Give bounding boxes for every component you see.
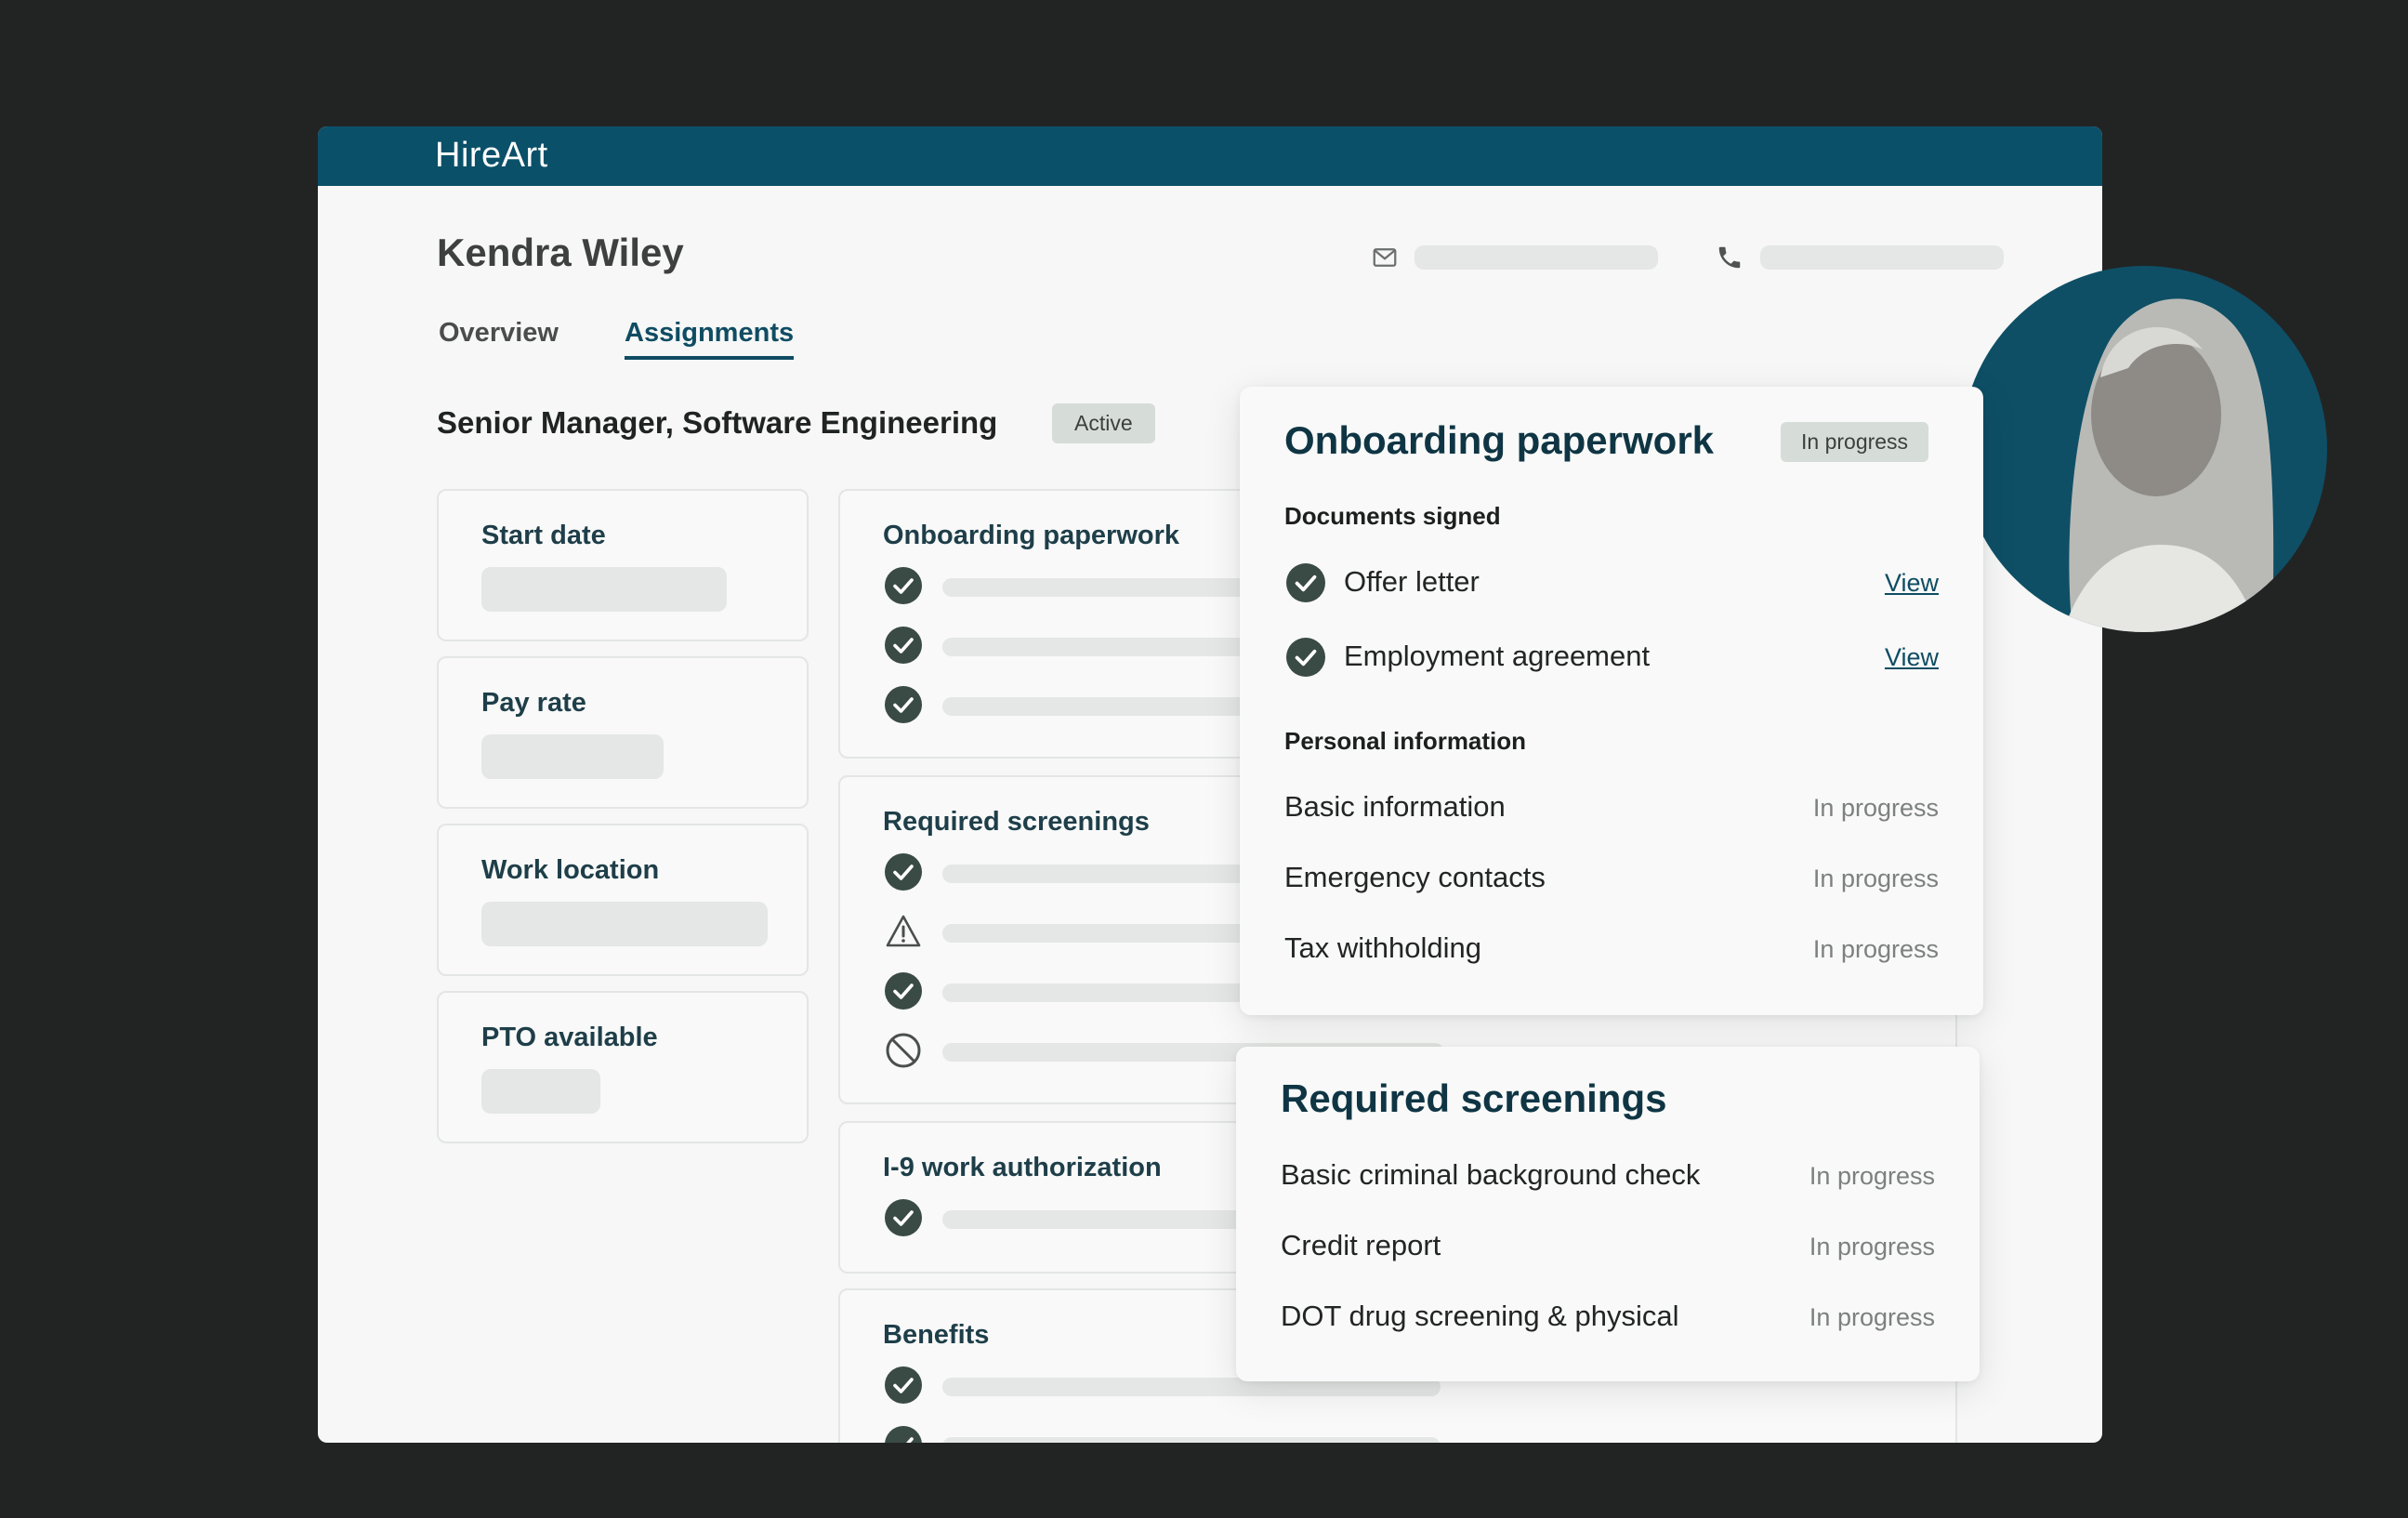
avatar	[1961, 266, 2327, 632]
documents-heading: Documents signed	[1284, 502, 1501, 530]
check-circle-icon	[885, 1426, 922, 1443]
tab-assignments[interactable]: Assignments	[625, 318, 795, 360]
value-placeholder	[481, 1069, 600, 1114]
assignment-title: Senior Manager, Software Engineering	[437, 405, 998, 440]
person-silhouette-icon	[2063, 298, 2274, 632]
personal-heading: Personal information	[1284, 727, 1527, 755]
card-label: I-9 work authorization	[883, 1153, 1162, 1182]
check-circle-icon	[885, 627, 922, 664]
phone-icon[interactable]	[1716, 244, 1743, 271]
credit-report-item[interactable]: Credit report	[1281, 1229, 1441, 1262]
top-bar: HireArt	[318, 126, 2102, 186]
card-label: Start date	[481, 521, 606, 550]
drug-screening-item[interactable]: DOT drug screening & physical	[1281, 1300, 1678, 1333]
card-label: Onboarding paperwork	[883, 521, 1180, 550]
check-circle-icon	[1286, 563, 1325, 602]
work-location-card[interactable]: Work location	[437, 824, 809, 976]
panel-title: Required screenings	[1281, 1076, 1667, 1120]
mail-icon[interactable]	[1371, 244, 1399, 271]
card-label: Pay rate	[481, 688, 586, 718]
view-employment-agreement-link[interactable]: View	[1885, 643, 1939, 672]
onboarding-paperwork-panel: Onboarding paperwork In progress Documen…	[1240, 387, 1983, 1015]
pto-available-card[interactable]: PTO available	[437, 991, 809, 1143]
document-offer-letter: Offer letter	[1344, 565, 1480, 598]
card-label: Benefits	[883, 1320, 990, 1350]
check-circle-icon	[885, 686, 922, 723]
pay-rate-card[interactable]: Pay rate	[437, 656, 809, 809]
email-placeholder	[1415, 245, 1658, 270]
warning-icon	[886, 915, 921, 947]
value-placeholder	[481, 734, 664, 779]
status-badge: In progress	[1781, 422, 1929, 462]
item-status: In progress	[1812, 865, 1939, 892]
background-check-item[interactable]: Basic criminal background check	[1281, 1158, 1700, 1192]
tab-overview[interactable]: Overview	[439, 318, 559, 356]
emergency-contacts-item[interactable]: Emergency contacts	[1284, 861, 1546, 894]
document-employment-agreement: Employment agreement	[1344, 640, 1651, 672]
check-circle-icon	[885, 567, 922, 604]
blocked-icon	[886, 1033, 921, 1068]
panel-title: Onboarding paperwork	[1284, 418, 1715, 462]
check-circle-icon	[885, 972, 922, 1010]
item-status: In progress	[1809, 1303, 1935, 1331]
item-status: In progress	[1812, 794, 1939, 822]
check-circle-icon	[885, 853, 922, 891]
hireart-logo[interactable]: HireArt	[435, 136, 548, 176]
card-label: PTO available	[481, 1023, 658, 1052]
item-status: In progress	[1812, 935, 1939, 963]
tax-withholding-item[interactable]: Tax withholding	[1284, 931, 1481, 965]
check-circle-icon	[885, 1199, 922, 1236]
item-status: In progress	[1809, 1233, 1935, 1261]
check-circle-icon	[1286, 638, 1325, 677]
value-placeholder	[481, 567, 727, 612]
view-offer-letter-link[interactable]: View	[1885, 569, 1939, 598]
check-circle-icon	[885, 1366, 922, 1404]
card-label: Required screenings	[883, 807, 1150, 837]
value-placeholder	[481, 902, 768, 946]
profile-name: Kendra Wiley	[437, 231, 684, 274]
phone-placeholder	[1760, 245, 2004, 270]
item-placeholder	[942, 1437, 1441, 1443]
required-screenings-panel: Required screenings Basic criminal backg…	[1236, 1047, 1980, 1381]
status-badge: Active	[1052, 403, 1155, 443]
card-label: Work location	[481, 855, 660, 885]
item-status: In progress	[1809, 1162, 1935, 1190]
start-date-card[interactable]: Start date	[437, 489, 809, 641]
basic-information-item[interactable]: Basic information	[1284, 790, 1506, 824]
